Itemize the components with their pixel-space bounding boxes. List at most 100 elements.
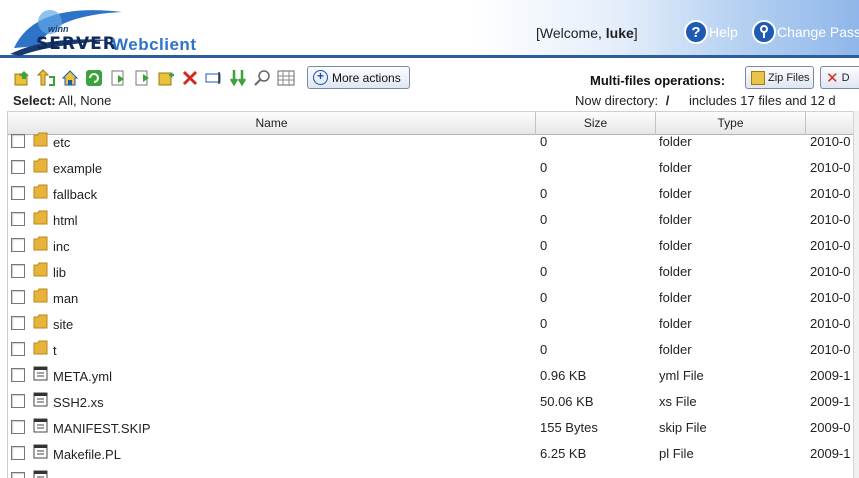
- file-icon: [33, 444, 48, 459]
- folder-icon: [33, 132, 48, 147]
- logo-product-text: Webclient: [112, 35, 197, 54]
- file-type: folder: [659, 186, 692, 201]
- file-name[interactable]: fallback: [53, 187, 97, 202]
- welcome-prefix: [Welcome,: [536, 25, 606, 41]
- table-row[interactable]: example 0 folder 2010-0: [8, 155, 853, 181]
- row-checkbox[interactable]: [11, 446, 25, 460]
- row-checkbox[interactable]: [11, 316, 25, 330]
- file-name[interactable]: SSH2.xs: [53, 395, 104, 410]
- new-folder-icon[interactable]: [108, 68, 128, 88]
- table-row[interactable]: html 0 folder 2010-0: [8, 207, 853, 233]
- help-label: Help: [709, 24, 738, 40]
- table-row[interactable]: lib 0 folder 2010-0: [8, 259, 853, 285]
- table-row[interactable]: [8, 467, 853, 478]
- table-row[interactable]: etc 0 folder 2010-0: [8, 129, 853, 155]
- row-checkbox[interactable]: [11, 472, 25, 478]
- row-checkbox[interactable]: [11, 160, 25, 174]
- vertical-scrollbar[interactable]: [853, 111, 859, 478]
- copy-icon[interactable]: [156, 68, 176, 88]
- zip-icon: [751, 70, 765, 85]
- row-checkbox[interactable]: [11, 212, 25, 226]
- key-icon: [752, 20, 776, 44]
- row-checkbox[interactable]: [11, 342, 25, 356]
- home-icon[interactable]: [60, 68, 80, 88]
- file-size: 0: [540, 290, 548, 305]
- file-name[interactable]: inc: [53, 239, 70, 254]
- upload-icon[interactable]: [12, 68, 32, 88]
- zip-files-button[interactable]: Zip Files: [745, 66, 814, 89]
- now-directory: Now directory: / includes 17 files and 1…: [575, 93, 836, 108]
- search-icon[interactable]: [252, 68, 272, 88]
- change-password-link[interactable]: Change Pass: [752, 20, 859, 44]
- move-icon[interactable]: [228, 68, 248, 88]
- delete-icon[interactable]: [180, 68, 200, 88]
- welcome-suffix: ]: [633, 25, 638, 41]
- more-actions-button[interactable]: + More actions: [307, 66, 410, 89]
- file-name[interactable]: MANIFEST.SKIP: [53, 421, 151, 436]
- file-type: folder: [659, 160, 692, 175]
- file-name[interactable]: t: [53, 343, 57, 358]
- table-row[interactable]: SSH2.xs 50.06 KB xs File 2009-1: [8, 389, 853, 415]
- file-name[interactable]: etc: [53, 135, 70, 150]
- file-name[interactable]: Makefile.PL: [53, 447, 121, 462]
- file-size: 0: [540, 238, 548, 253]
- file-date: 2010-0: [810, 290, 851, 305]
- table-row[interactable]: fallback 0 folder 2010-0: [8, 181, 853, 207]
- file-size: 0: [540, 264, 548, 279]
- file-icon: [33, 418, 48, 433]
- row-checkbox[interactable]: [11, 368, 25, 382]
- current-directory: /: [665, 93, 670, 108]
- row-checkbox[interactable]: [11, 238, 25, 252]
- new-file-icon[interactable]: [132, 68, 152, 88]
- rename-icon[interactable]: [204, 68, 224, 88]
- file-date: 2010-0: [810, 264, 851, 279]
- logo-small-text: winn: [48, 24, 69, 34]
- table-row[interactable]: Makefile.PL 6.25 KB pl File 2009-1: [8, 441, 853, 467]
- row-checkbox[interactable]: [11, 264, 25, 278]
- zip-files-label: Zip Files: [768, 71, 810, 84]
- table-row[interactable]: inc 0 folder 2010-0: [8, 233, 853, 259]
- file-name[interactable]: example: [53, 161, 102, 176]
- refresh-icon[interactable]: [84, 68, 104, 88]
- file-name[interactable]: man: [53, 291, 78, 306]
- table-row[interactable]: t 0 folder 2010-0: [8, 337, 853, 363]
- file-date: 2010-0: [810, 212, 851, 227]
- file-icon: [33, 470, 48, 478]
- select-none-link[interactable]: None: [80, 93, 111, 108]
- table-body: etc 0 folder 2010-0 example 0 folder 2010-0 fall…: [8, 132, 853, 478]
- table-row[interactable]: META.yml 0.96 KB yml File 2009-1: [8, 363, 853, 389]
- file-type: folder: [659, 290, 692, 305]
- file-name[interactable]: site: [53, 317, 73, 332]
- table-row[interactable]: site 0 folder 2010-0: [8, 311, 853, 337]
- includes-text: includes 17 files and 12 d: [688, 93, 836, 108]
- file-icon: [33, 366, 48, 381]
- folder-icon: [33, 288, 48, 303]
- app-header: winn SERVER Webclient [Welcome, luke] ? …: [0, 0, 859, 58]
- file-name[interactable]: lib: [53, 265, 66, 280]
- row-checkbox[interactable]: [11, 186, 25, 200]
- plus-icon: +: [313, 70, 328, 85]
- table-row[interactable]: MANIFEST.SKIP 155 Bytes skip File 2009-0: [8, 415, 853, 441]
- select-all-link[interactable]: All: [59, 93, 73, 108]
- up-level-icon[interactable]: [36, 68, 56, 88]
- properties-icon[interactable]: [276, 68, 296, 88]
- help-link[interactable]: ? Help: [684, 20, 738, 44]
- file-date: 2010-0: [810, 342, 851, 357]
- table-row[interactable]: man 0 folder 2010-0: [8, 285, 853, 311]
- file-name[interactable]: META.yml: [53, 369, 112, 384]
- toolbar-icons: [12, 68, 300, 88]
- row-checkbox[interactable]: [11, 394, 25, 408]
- file-name[interactable]: html: [53, 213, 78, 228]
- row-checkbox[interactable]: [11, 420, 25, 434]
- toolbar: + More actions Multi-files operations: Z…: [0, 61, 859, 111]
- select-row: Select: All, None: [13, 93, 111, 108]
- file-date: 2010-0: [810, 238, 851, 253]
- row-checkbox[interactable]: [11, 290, 25, 304]
- delete-files-label: D: [841, 71, 850, 84]
- file-type: folder: [659, 134, 692, 149]
- row-checkbox[interactable]: [11, 134, 25, 148]
- file-type: xs File: [659, 394, 697, 409]
- file-size: 0.96 KB: [540, 368, 587, 383]
- file-icon: [33, 392, 48, 407]
- delete-files-button[interactable]: ✕ D: [820, 66, 859, 89]
